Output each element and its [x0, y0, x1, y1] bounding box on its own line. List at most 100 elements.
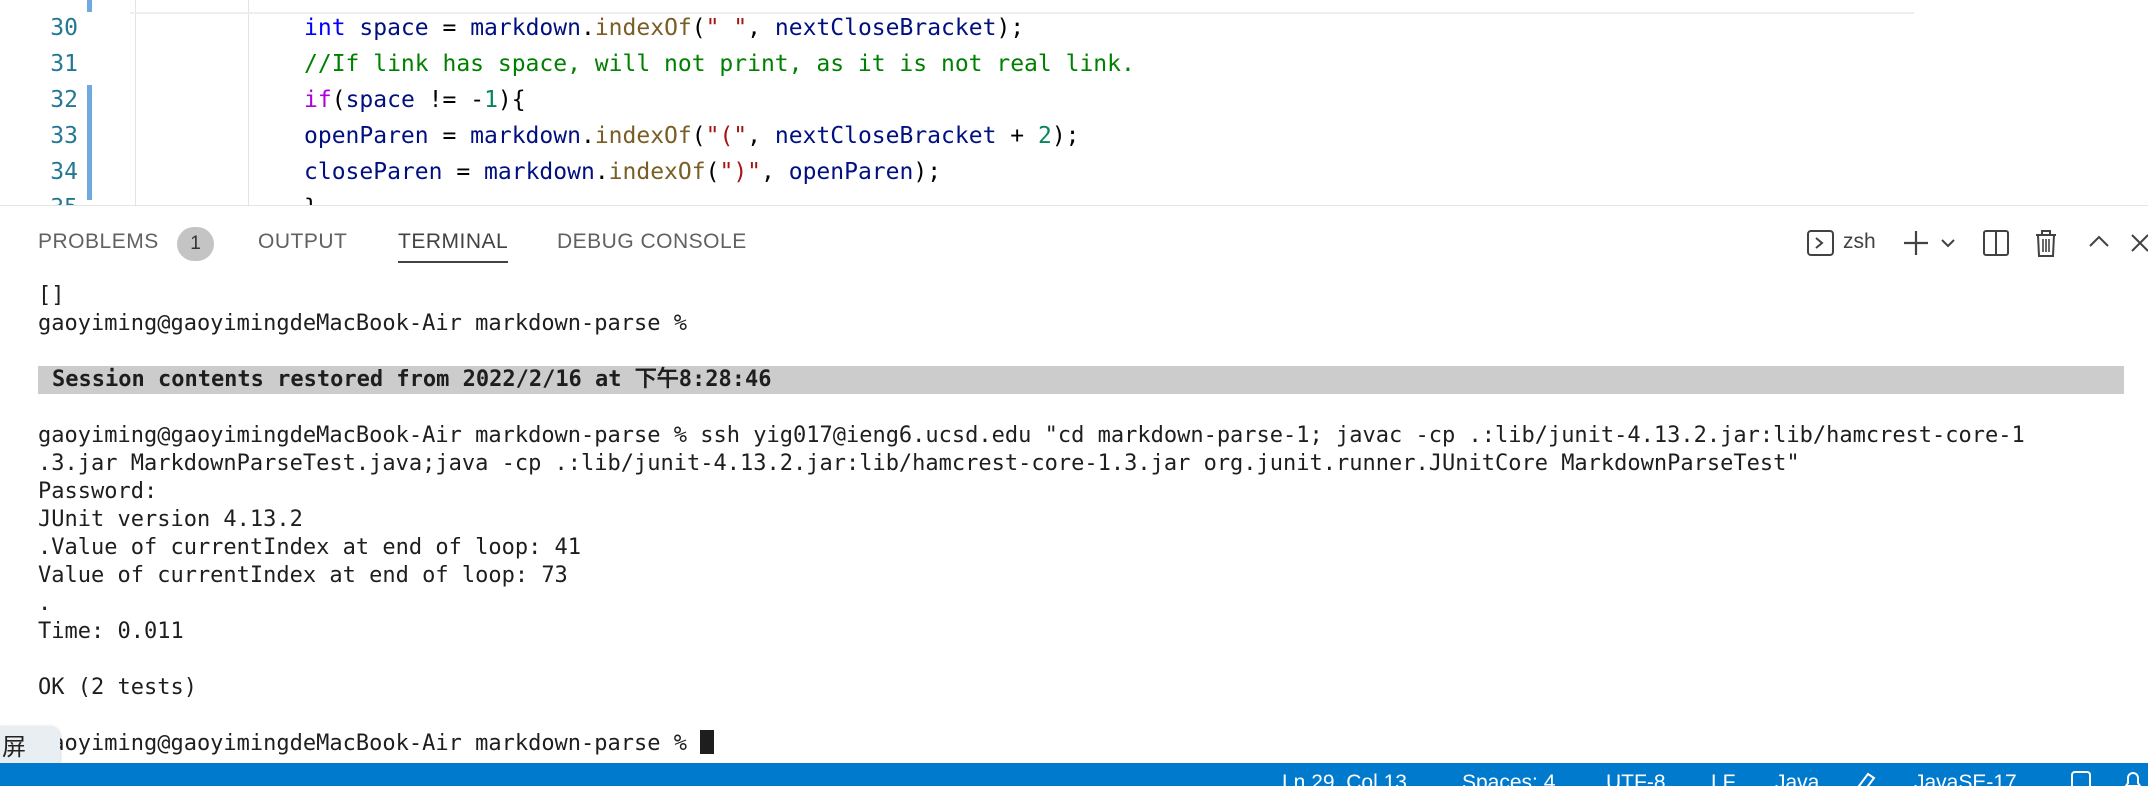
code-token: nextCloseBracket	[774, 123, 997, 149]
code-token: indexOf	[594, 15, 692, 41]
line-number: 34	[50, 159, 78, 185]
line-number: 32	[50, 87, 78, 113]
status-cursor-position[interactable]: Ln 29, Col 13	[1282, 771, 1407, 786]
code-token: (	[331, 87, 346, 113]
line-number: 33	[50, 123, 78, 149]
code-token: " "	[705, 15, 748, 41]
session-restored-banner: Session contents restored from 2022/2/16…	[38, 366, 2124, 394]
code-token: =	[428, 15, 471, 41]
code-token: "("	[705, 123, 748, 149]
status-bar: Ln 29, Col 13 Spaces: 4 UTF-8 LF Java Ja…	[0, 763, 2148, 786]
status-eol[interactable]: LF	[1711, 771, 1736, 786]
code-token: (	[691, 123, 706, 149]
code-token: .	[594, 159, 609, 185]
code-line[interactable]: 34 closeParen = markdown.indexOf(")", ope…	[0, 154, 2148, 190]
code-token: }	[304, 195, 318, 205]
code-line[interactable]: 33 openParen = markdown.indexOf("(", next…	[0, 118, 2148, 154]
code-token: +	[996, 123, 1038, 149]
terminal-shell-name[interactable]: zsh	[1843, 230, 1876, 254]
terminal-shell-icon[interactable]	[1806, 228, 1836, 264]
close-panel-close-icon[interactable]	[2128, 226, 2148, 262]
tab-problems[interactable]: PROBLEMS	[38, 230, 159, 254]
code-token: //If link has space, will not print, as …	[304, 51, 1135, 77]
code-token: );	[996, 15, 1025, 41]
code-token: int	[304, 15, 346, 41]
terminal-line: OK (2 tests)	[38, 675, 197, 700]
code-token: markdown	[470, 15, 581, 41]
code-editor[interactable]: 2930int space = markdown.indexOf(" ", ne…	[0, 0, 2148, 205]
code-line[interactable]: 35}	[0, 190, 2148, 205]
code-token: space	[345, 87, 415, 113]
code-token: closeParen	[304, 159, 443, 185]
tab-terminal[interactable]: TERMINAL	[398, 230, 509, 263]
code-token: (	[705, 159, 720, 185]
code-token: );	[1051, 123, 1080, 149]
bottom-panel: PROBLEMS 1 OUTPUT TERMINAL DEBUG CONSOLE…	[0, 205, 2148, 764]
panel-tabs: PROBLEMS 1 OUTPUT TERMINAL DEBUG CONSOLE…	[0, 206, 2148, 282]
code-text: //If link has space, will not print, as …	[304, 46, 1135, 82]
code-token: .	[580, 123, 595, 149]
terminal-line: gaoyiming@gaoyimingdeMacBook-Air markdow…	[38, 311, 688, 336]
code-token: (	[691, 15, 706, 41]
status-indentation[interactable]: Spaces: 4	[1462, 771, 1555, 786]
code-token: markdown	[484, 159, 595, 185]
status-java-version[interactable]: JavaSE-17	[1914, 771, 2017, 786]
terminal-line: Value of currentIndex at end of loop: 73	[38, 563, 568, 588]
terminal-output[interactable]: [] gaoyiming@gaoyimingdeMacBook-Air mark…	[38, 282, 2138, 758]
code-line[interactable]: 31 //If link has space, will not print, a…	[0, 46, 2148, 82]
terminal-line: Time: 0.011	[38, 619, 184, 644]
code-line[interactable]: 32 if(space != -1){	[0, 82, 2148, 118]
code-token: indexOf	[594, 123, 692, 149]
terminal-line: gaoyiming@gaoyimingdeMacBook-Air markdow…	[38, 423, 2025, 448]
code-text: }	[304, 190, 318, 205]
terminal-line: .3.jar MarkdownParseTest.java;java -cp .…	[38, 451, 1800, 476]
code-token: indexOf	[608, 159, 706, 185]
line-number: 30	[50, 15, 78, 41]
kill-terminal-trash-icon[interactable]	[2030, 226, 2062, 262]
code-token: nextCloseBracket	[774, 15, 997, 41]
split-terminal-icon[interactable]	[1980, 226, 2012, 262]
code-line[interactable]: 29	[0, 0, 2148, 10]
status-language[interactable]: Java	[1775, 771, 1819, 786]
code-token: );	[913, 159, 942, 185]
code-token: 1	[484, 87, 498, 113]
terminal-line: .Value of currentIndex at end of loop: 4…	[38, 535, 582, 560]
terminal-line: .	[38, 591, 52, 616]
code-token: markdown	[470, 123, 581, 149]
maximize-panel-chevron-up-icon[interactable]	[2084, 226, 2114, 262]
code-text: closeParen = markdown.indexOf(")", openP…	[304, 154, 941, 190]
code-token: ")"	[719, 159, 762, 185]
notifications-bell-icon[interactable]	[2120, 768, 2146, 786]
code-text: openParen = markdown.indexOf("(", nextCl…	[304, 118, 1080, 154]
code-token: ,	[761, 159, 789, 185]
new-terminal-plus-icon[interactable]	[1900, 226, 1932, 262]
tab-output[interactable]: OUTPUT	[258, 230, 347, 254]
status-encoding[interactable]: UTF-8	[1606, 771, 1666, 786]
terminal-line: JUnit version 4.13.2	[38, 507, 303, 532]
java-status-icon[interactable]	[1854, 768, 1880, 786]
code-token: .	[580, 15, 595, 41]
code-token: =	[428, 123, 471, 149]
code-token: 2	[1037, 123, 1052, 149]
terminal-line: Password:	[38, 479, 158, 504]
line-number: 31	[50, 51, 78, 77]
terminal-prompt-line: gaoyiming@gaoyimingdeMacBook-Air markdow…	[38, 730, 2138, 758]
feedback-icon[interactable]	[2068, 768, 2094, 786]
code-token: ){	[497, 87, 526, 113]
problems-count-badge: 1	[177, 227, 214, 261]
terminal-cursor	[700, 730, 715, 754]
code-token: =	[442, 159, 485, 185]
tab-debug-console[interactable]: DEBUG CONSOLE	[557, 230, 747, 254]
line-number: 29	[0, 0, 78, 10]
code-token: ,	[747, 123, 775, 149]
code-text: int space = markdown.indexOf(" ", nextCl…	[304, 10, 1024, 46]
code-token: openParen	[304, 123, 429, 149]
terminal-prompt: gaoyiming@gaoyimingdeMacBook-Air markdow…	[38, 731, 701, 756]
terminal-dropdown-chevron-down-icon[interactable]	[1938, 226, 1958, 262]
code-token: if	[304, 87, 332, 113]
code-line[interactable]: 30 int space = markdown.indexOf(" ", next…	[0, 10, 2148, 46]
